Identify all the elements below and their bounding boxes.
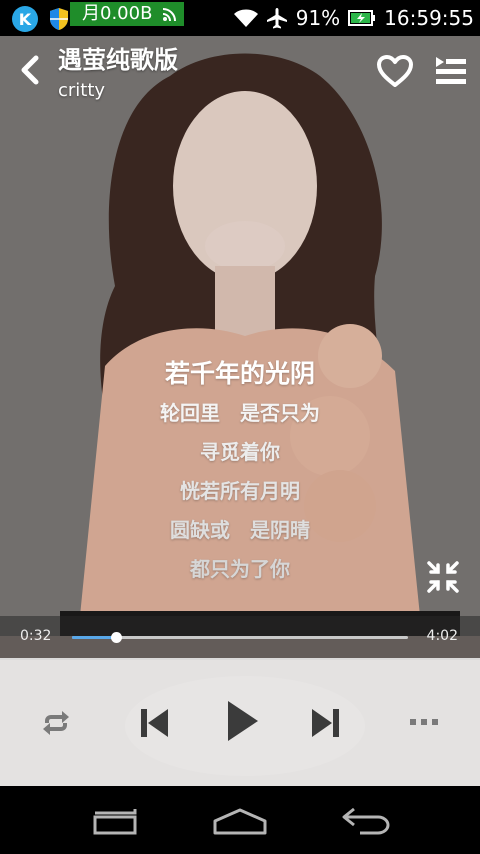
signal-mini-icon (162, 8, 176, 22)
status-bar: K 月0.00B 91% 16:59:55 (0, 0, 480, 36)
lyrics-panel: 若千年的光阴 轮回里 是否只为 寻觅着你 恍若所有月明 圆缺或 是阴晴 都只为了… (0, 354, 480, 589)
status-left: K (12, 6, 70, 32)
back-icon (342, 807, 390, 835)
playlist-button[interactable] (432, 54, 468, 86)
lyric-current-line: 若千年的光阴 (164, 359, 315, 388)
favorite-button[interactable] (376, 54, 414, 88)
wifi-icon (233, 9, 258, 27)
heart-icon (377, 55, 413, 87)
status-right: 91% 16:59:55 (233, 6, 474, 30)
total-time: 4:02 (426, 628, 458, 644)
back-nav-button[interactable] (336, 804, 396, 838)
k-app-icon: K (12, 6, 38, 32)
song-title: 遇萤纯歌版 (58, 46, 178, 74)
more-dots-icon (410, 719, 438, 725)
skip-next-icon (312, 709, 339, 737)
previous-button[interactable] (134, 704, 174, 742)
play-button[interactable] (218, 696, 266, 746)
chevron-left-icon (21, 55, 39, 85)
seek-track-fill (72, 636, 117, 639)
back-button[interactable] (14, 54, 46, 86)
next-button[interactable] (306, 704, 346, 742)
battery-percent: 91% (295, 6, 341, 30)
skip-previous-icon (141, 709, 168, 737)
k-app-letter: K (18, 9, 32, 29)
seek-track[interactable] (72, 632, 408, 643)
lyric-line: 恍若所有月明 (180, 479, 300, 503)
repeat-button[interactable] (38, 706, 74, 740)
airplane-icon (266, 8, 287, 29)
collapse-button[interactable] (426, 560, 460, 594)
lyric-line: 寻觅着你 (200, 440, 280, 464)
artist-name: critty (58, 80, 106, 101)
system-nav-bar (0, 786, 480, 854)
playlist-icon (436, 57, 466, 84)
battery-charging-icon (348, 10, 376, 26)
home-icon (213, 808, 267, 835)
repeat-icon (43, 711, 69, 735)
shield-icon (50, 8, 68, 30)
player-screen: 遇萤纯歌版 critty 若千年的光阴 轮回里 是否只为 寻觅着你 恍若所有月明… (0, 36, 480, 786)
recent-apps-button[interactable] (85, 804, 145, 838)
more-button[interactable] (404, 710, 444, 734)
lyric-line: 轮回里 是否只为 (160, 401, 320, 425)
collapse-arrows-icon (427, 561, 459, 593)
recent-apps-icon (93, 809, 137, 835)
lyric-line: 圆缺或 是阴晴 (170, 518, 310, 542)
current-time: 0:32 (20, 628, 52, 644)
lyric-line: 都只为了你 (190, 557, 290, 581)
playback-controls (0, 658, 480, 786)
traffic-text: 月0.00B (82, 3, 153, 24)
clock: 16:59:55 (384, 6, 474, 30)
home-button[interactable] (210, 804, 270, 838)
seek-thumb[interactable] (111, 632, 123, 643)
play-icon (228, 701, 258, 741)
traffic-badge: 月0.00B (70, 2, 184, 26)
progress-bar-area: 0:32 4:02 (0, 616, 480, 660)
player-header: 遇萤纯歌版 critty (0, 36, 480, 106)
